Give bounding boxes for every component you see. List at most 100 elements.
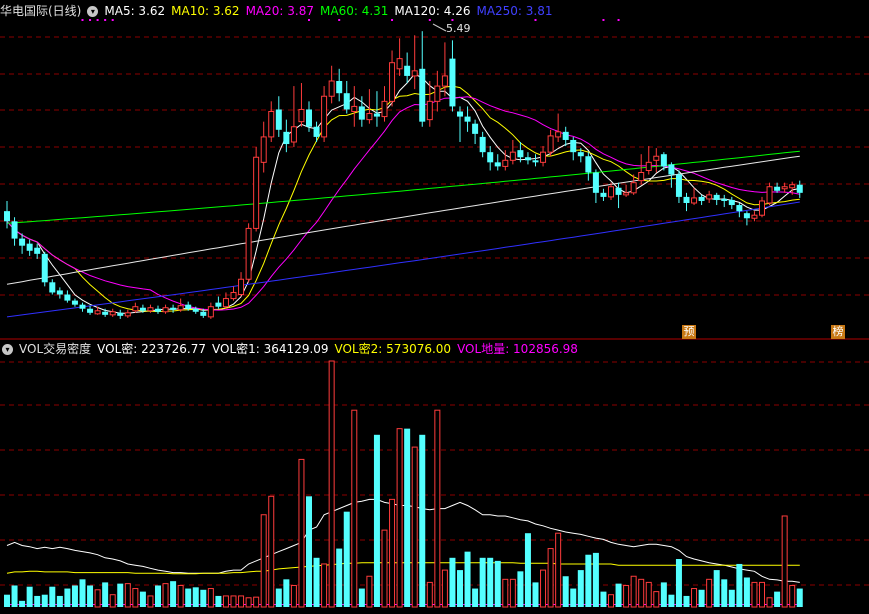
candle-body-up	[351, 105, 358, 112]
volume-bar-down	[668, 594, 675, 607]
candle-body-up	[298, 108, 305, 123]
volume-bar-down	[660, 582, 667, 607]
candle-body-down	[457, 111, 463, 117]
event-tag-forecast[interactable]: 预	[682, 325, 696, 339]
candle-body-down	[728, 199, 735, 206]
volume-bar-up	[509, 578, 516, 608]
candle-body-up	[124, 312, 131, 317]
candle-body-down	[668, 164, 675, 175]
volume-bar-down	[570, 588, 577, 607]
candle-body-up	[509, 151, 516, 161]
volume-bar-up	[381, 529, 388, 608]
candle-body-up	[381, 100, 388, 118]
volume-bar-down	[728, 589, 735, 607]
volume-bar-down	[796, 588, 803, 607]
volume-bar-down	[56, 595, 63, 607]
volume-bar-up	[94, 589, 101, 608]
candle-body-up	[653, 155, 660, 161]
candle-body-up	[328, 80, 335, 97]
candle-body-down	[585, 156, 592, 173]
candle-body-down	[49, 282, 56, 293]
candle-body-up	[645, 161, 652, 171]
candle-body-down	[683, 196, 690, 203]
candle-body-down	[419, 68, 426, 122]
volume-bar-up	[351, 409, 358, 608]
candle-body-down	[41, 253, 48, 283]
candle-body-up	[268, 111, 275, 138]
volume-bar-up	[540, 569, 547, 608]
high-label: 5.49	[446, 22, 471, 35]
volume-bar-down	[71, 585, 78, 607]
signal-dot	[338, 19, 341, 21]
volume-bar-down	[155, 585, 161, 607]
ma20-line	[6, 96, 800, 311]
high-marker: 5.49	[432, 22, 471, 35]
candle-body-up	[555, 131, 562, 138]
volume-bar-up	[162, 583, 169, 608]
volume-bar-down	[192, 587, 199, 607]
kline-chart[interactable]: 5.49	[0, 0, 869, 614]
volume-bar-up	[298, 458, 305, 608]
volume-bar-up	[608, 594, 614, 608]
volume-bar-up	[759, 581, 765, 608]
candle-body-up	[94, 310, 101, 315]
candle-body-up	[547, 135, 554, 153]
volume-bar-down	[713, 570, 720, 607]
candle-body-down	[479, 136, 486, 153]
volume-bar-up	[328, 360, 335, 608]
candle-body-down	[660, 154, 667, 167]
volume-bar-down	[600, 591, 607, 607]
volume-bar-up	[411, 446, 418, 608]
ma250-line	[6, 201, 800, 318]
signal-dot	[89, 19, 92, 21]
candle-body-down	[313, 126, 320, 137]
volume-bar-up	[245, 597, 252, 608]
volume-bar-up	[230, 595, 237, 608]
candle-body-down	[487, 152, 494, 163]
candle-body-up	[789, 184, 796, 189]
candle-body-down	[170, 307, 177, 310]
volume-bar-up	[751, 581, 758, 608]
signal-dot	[534, 19, 537, 21]
signal-dot	[111, 19, 114, 21]
candle-body-up	[321, 95, 328, 138]
candle-body-down	[192, 308, 199, 312]
volume-bar-up	[290, 584, 297, 608]
candle-body-down	[404, 65, 411, 76]
candle-body-down	[343, 93, 350, 110]
volume-bar-down	[615, 583, 622, 607]
volume-bar-down	[26, 586, 33, 607]
candle-body-up	[759, 200, 765, 216]
volume-bar-up	[268, 495, 275, 608]
candle-body-up	[411, 70, 418, 77]
volume-bar-down	[215, 595, 222, 607]
ma10-line	[6, 85, 800, 313]
candle-body-down	[200, 311, 207, 316]
volume-bar-up	[321, 563, 328, 608]
candle-body-down	[87, 308, 94, 313]
candle-body-down	[721, 198, 728, 201]
candle-body-down	[275, 109, 282, 130]
signal-dot	[96, 19, 99, 21]
candle-body-down	[283, 131, 290, 145]
candle-body-up	[706, 194, 713, 200]
candle-body-up	[751, 214, 758, 219]
candle-body-down	[675, 174, 682, 197]
candle-body-up	[238, 278, 245, 295]
event-tag-ranking[interactable]: 榜	[831, 325, 845, 339]
candle-body-up	[222, 298, 229, 308]
signal-dot	[617, 19, 620, 21]
candle-body-down	[743, 213, 750, 219]
candle-body-down	[71, 300, 78, 305]
volume-bar-down	[358, 588, 365, 607]
candle-body-down	[517, 150, 524, 158]
candle-body-down	[562, 131, 569, 140]
candle-body-down	[336, 81, 343, 94]
signal-dot	[391, 19, 394, 21]
volume-bar-down	[592, 552, 599, 607]
volume-bar-down	[336, 548, 343, 607]
volume-bar-down	[675, 559, 682, 607]
volume-bar-up	[706, 578, 713, 608]
signal-dot	[428, 19, 431, 21]
candle-body-up	[230, 291, 237, 300]
